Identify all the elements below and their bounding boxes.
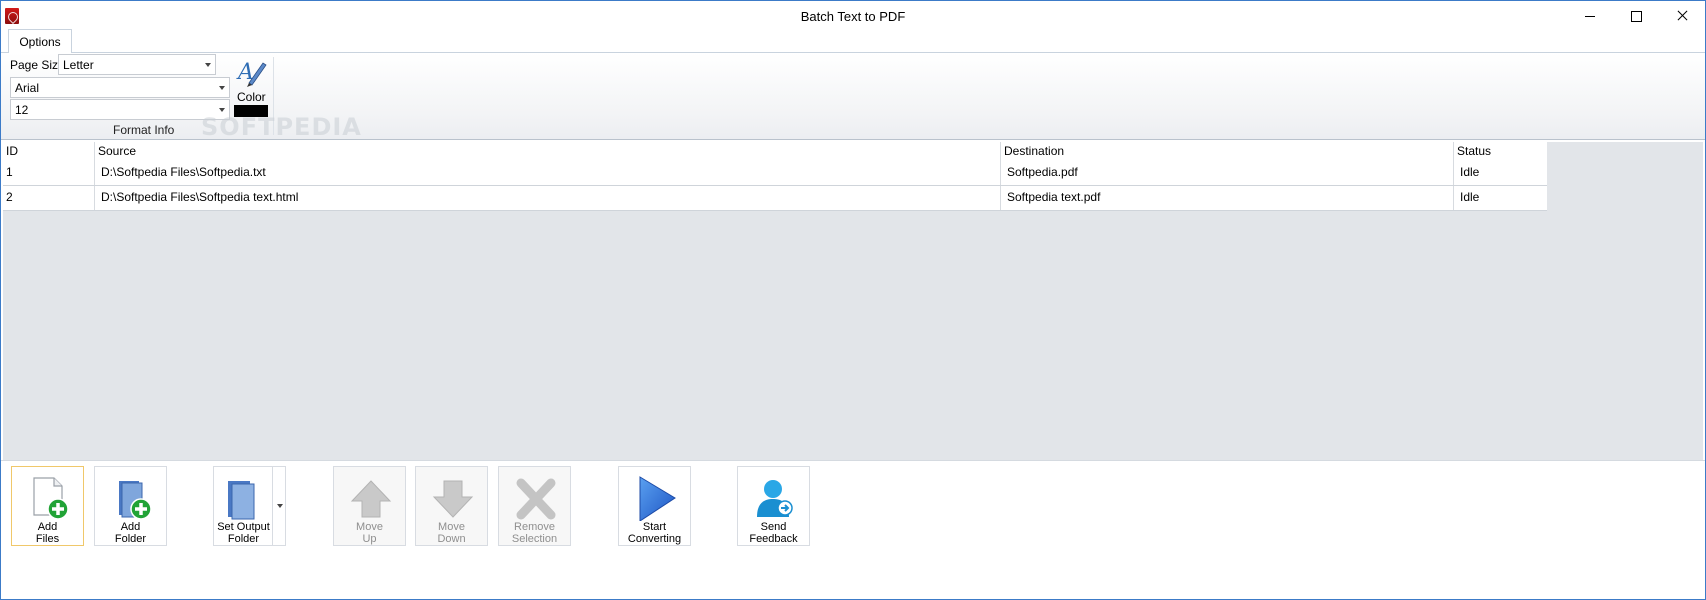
title-bar: Batch Text to PDF: [1, 1, 1705, 31]
tab-options[interactable]: Options: [8, 29, 72, 54]
send-feedback-label-line2: Feedback: [749, 533, 798, 545]
folder-icon: [228, 481, 255, 520]
font-select[interactable]: Arial: [10, 77, 230, 98]
column-header-status[interactable]: Status: [1453, 142, 1547, 161]
add-files-label-line1: Add: [37, 521, 58, 533]
add-folder-label-line2: Folder: [114, 533, 147, 545]
start-converting-button[interactable]: Start Converting: [618, 466, 691, 546]
play-icon: [639, 476, 676, 521]
cell-id: 1: [6, 165, 13, 179]
remove-selection-label-line2: Selection: [511, 533, 558, 545]
move-up-label-line2: Up: [362, 533, 377, 545]
page-size-select[interactable]: Letter: [58, 54, 216, 75]
softpedia-watermark: SOFTPEDIA: [201, 113, 362, 141]
page-size-value: Letter: [63, 58, 94, 72]
maximize-button[interactable]: [1613, 1, 1659, 31]
app-window: Batch Text to PDF Options Page Size Lett…: [0, 0, 1706, 600]
column-header-id[interactable]: ID: [3, 142, 94, 161]
close-button[interactable]: [1659, 1, 1705, 31]
page-size-label: Page Size: [10, 58, 65, 72]
grid-header: ID Source Destination Status: [3, 142, 1547, 161]
add-files-label-line2: Files: [35, 533, 60, 545]
column-header-destination[interactable]: Destination: [1000, 142, 1453, 161]
chevron-down-icon: [205, 63, 211, 67]
color-label: Color: [237, 90, 266, 104]
column-header-source[interactable]: Source: [94, 142, 1000, 161]
remove-x-icon: [516, 478, 556, 520]
move-down-label-line2: Down: [437, 533, 466, 545]
cell-source: D:\Softpedia Files\Softpedia text.html: [94, 186, 1000, 210]
add-folder-icon: [119, 481, 152, 520]
move-down-label-line1: Move: [438, 521, 465, 533]
remove-selection-label-line1: Remove: [514, 521, 555, 533]
cell-id: 2: [6, 190, 13, 204]
move-up-label-line1: Move: [356, 521, 383, 533]
set-output-label-line2: Folder: [227, 533, 260, 545]
set-output-folder-dropdown[interactable]: [272, 466, 286, 546]
window-title: Batch Text to PDF: [800, 9, 906, 24]
cell-destination: Softpedia.pdf: [1000, 161, 1453, 185]
file-grid: ID Source Destination Status 1 D:\Softpe…: [3, 142, 1547, 211]
font-color-icon[interactable]: A: [235, 57, 267, 87]
arrow-up-icon: [350, 480, 392, 518]
start-converting-label-line1: Start: [642, 521, 667, 533]
font-value: Arial: [15, 81, 40, 95]
send-feedback-button[interactable]: Send Feedback: [737, 466, 810, 546]
minimize-button[interactable]: [1567, 1, 1613, 31]
chevron-down-icon: [219, 86, 225, 90]
move-down-button[interactable]: Move Down: [415, 466, 488, 546]
cell-status: Idle: [1453, 161, 1547, 185]
set-output-label-line1: Set Output: [217, 521, 270, 533]
table-row[interactable]: 1 D:\Softpedia Files\Softpedia.txt Softp…: [3, 161, 1547, 186]
font-size-value: 12: [15, 103, 29, 117]
set-output-folder-button[interactable]: Set Output Folder: [213, 466, 273, 546]
arrow-down-icon: [432, 480, 474, 518]
file-list-area[interactable]: ID Source Destination Status 1 D:\Softpe…: [3, 142, 1703, 460]
add-file-icon: [33, 477, 69, 520]
chevron-down-icon: [219, 108, 225, 112]
font-size-select[interactable]: 12: [10, 99, 230, 120]
add-folder-button[interactable]: Add Folder: [94, 466, 167, 546]
cell-source: D:\Softpedia Files\Softpedia.txt: [94, 161, 1000, 185]
ribbon-tabstrip: Options: [1, 29, 1705, 54]
remove-selection-button[interactable]: Remove Selection: [498, 466, 571, 546]
add-files-button[interactable]: Add Files: [11, 466, 84, 546]
cell-status: Idle: [1453, 186, 1547, 210]
user-feedback-icon: [757, 480, 793, 517]
add-folder-label-line1: Add: [120, 521, 141, 533]
send-feedback-label-line1: Send: [760, 521, 787, 533]
move-up-button[interactable]: Move Up: [333, 466, 406, 546]
start-converting-label-line2: Converting: [627, 533, 682, 545]
ribbon-panel: Page Size Letter Arial 12 A Color Format…: [1, 53, 1705, 141]
bottom-toolbar: Add Files Add Folder Set Output Folder M…: [1, 460, 1705, 550]
cell-destination: Softpedia text.pdf: [1000, 186, 1453, 210]
table-row[interactable]: 2 D:\Softpedia Files\Softpedia text.html…: [3, 186, 1547, 211]
format-info-group-label: Format Info: [113, 123, 175, 137]
